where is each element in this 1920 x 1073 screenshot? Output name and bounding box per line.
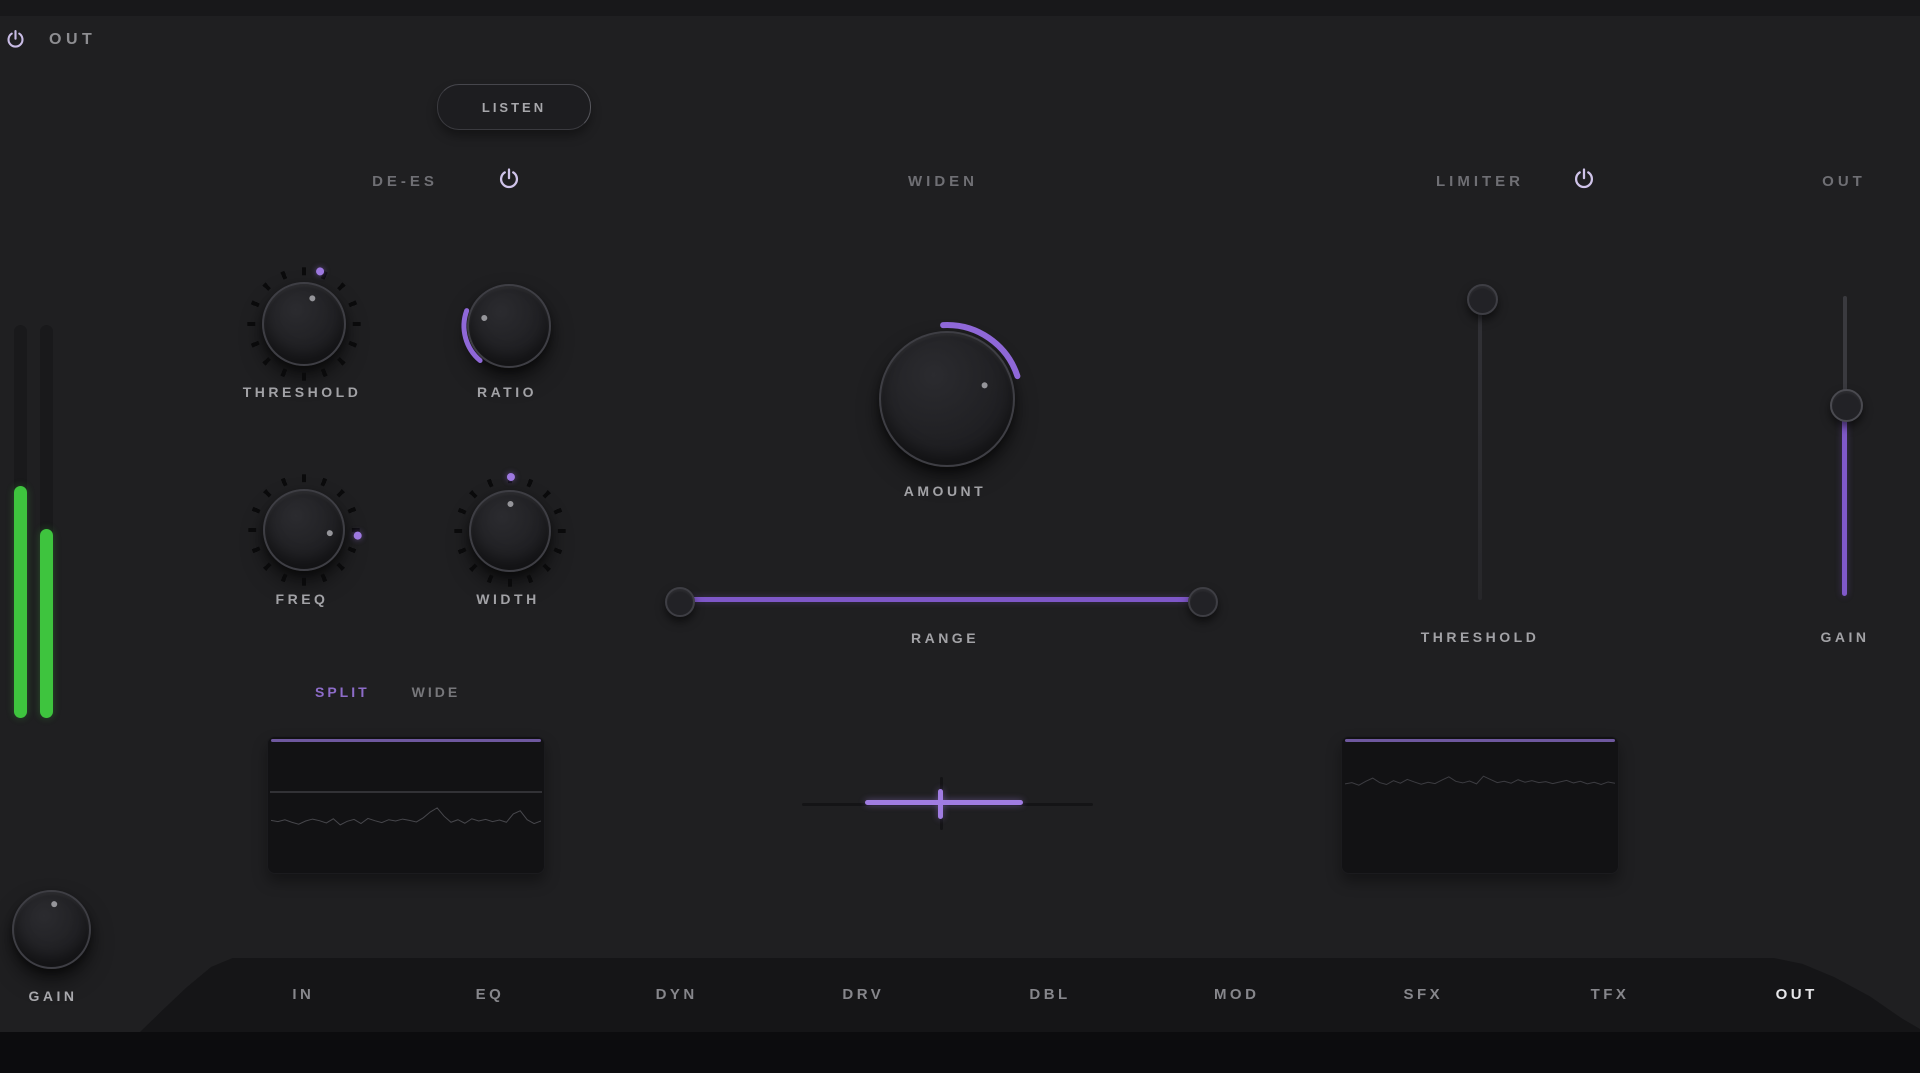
window-title: OUT — [49, 31, 96, 49]
dees-ratio-label: RATIO — [407, 384, 607, 400]
dees-freq-label: FREQ — [202, 591, 402, 607]
dees-width-knob[interactable] — [469, 490, 551, 572]
dees-ratio-knob[interactable] — [467, 284, 551, 368]
widen-amount-label: AMOUNT — [845, 483, 1045, 499]
widen-range-handle-right[interactable] — [1188, 587, 1218, 617]
limiter-threshold-label: THRESHOLD — [1380, 629, 1580, 645]
tab-drv[interactable]: DRV — [770, 976, 957, 1012]
tab-mod[interactable]: MOD — [1143, 976, 1330, 1012]
widen-range-label: RANGE — [845, 630, 1045, 646]
out-gain-track-upper[interactable] — [1843, 296, 1847, 400]
input-gain-label: GAIN — [0, 988, 153, 1004]
widen-amount-knob[interactable] — [879, 331, 1015, 467]
out-gain-label: GAIN — [1745, 629, 1920, 645]
out-gain-fill[interactable] — [1842, 416, 1847, 596]
widen-range-handle-left[interactable] — [665, 587, 695, 617]
dees-freq-knob[interactable] — [263, 489, 345, 571]
input-gain-knob[interactable] — [12, 890, 91, 969]
out-gain-handle[interactable] — [1830, 389, 1863, 422]
limiter-threshold-track[interactable] — [1478, 305, 1482, 600]
dees-mode-wide[interactable]: WIDE — [412, 684, 461, 700]
section-title-dees: DE-ES — [305, 173, 505, 190]
dees-waveform — [271, 741, 541, 869]
tab-in[interactable]: IN — [210, 976, 397, 1012]
power-icon-limiter[interactable] — [1571, 166, 1597, 192]
tab-eq[interactable]: EQ — [397, 976, 584, 1012]
dees-mode-toggle: SPLIT WIDE — [315, 684, 460, 700]
limiter-threshold-handle[interactable] — [1467, 284, 1498, 315]
tab-sfx[interactable]: SFX — [1330, 976, 1517, 1012]
dees-display — [267, 736, 545, 874]
bottom-nav-tabs: IN EQ DYN DRV DBL MOD SFX TFX OUT — [210, 976, 1890, 1012]
knob-pointer-dot — [261, 487, 348, 574]
knob-pointer-dot — [470, 491, 549, 570]
bottom-strip — [0, 1032, 1920, 1073]
top-strip — [0, 0, 1920, 16]
meter-right — [40, 325, 53, 718]
power-icon-master[interactable] — [4, 28, 27, 51]
dees-threshold-label: THRESHOLD — [202, 384, 402, 400]
dees-width-label: WIDTH — [408, 591, 608, 607]
listen-button[interactable]: LISTEN — [437, 84, 591, 130]
tab-dbl[interactable]: DBL — [957, 976, 1144, 1012]
plugin-window: OUT LISTEN DE-ES WIDEN LIMITER OUT THRES… — [0, 0, 1920, 1073]
balance-center-marker[interactable] — [938, 789, 943, 819]
section-title-out: OUT — [1744, 173, 1920, 190]
meter-right-fill — [40, 529, 53, 718]
tab-dyn[interactable]: DYN — [583, 976, 770, 1012]
limiter-display — [1341, 736, 1619, 874]
balance-value-bar[interactable] — [865, 800, 1023, 805]
tab-tfx[interactable]: TFX — [1517, 976, 1704, 1012]
widen-range-track[interactable] — [684, 597, 1196, 602]
dees-threshold-knob[interactable] — [262, 282, 346, 366]
section-title-limiter: LIMITER — [1380, 173, 1580, 190]
meter-left-fill — [14, 486, 27, 718]
limiter-waveform — [1345, 741, 1615, 869]
dees-mode-split[interactable]: SPLIT — [315, 684, 370, 700]
power-icon-dees[interactable] — [496, 166, 522, 192]
tab-out[interactable]: OUT — [1703, 976, 1890, 1012]
knob-pointer-dot — [11, 889, 92, 970]
section-title-widen: WIDEN — [843, 173, 1043, 190]
meter-left — [14, 325, 27, 718]
